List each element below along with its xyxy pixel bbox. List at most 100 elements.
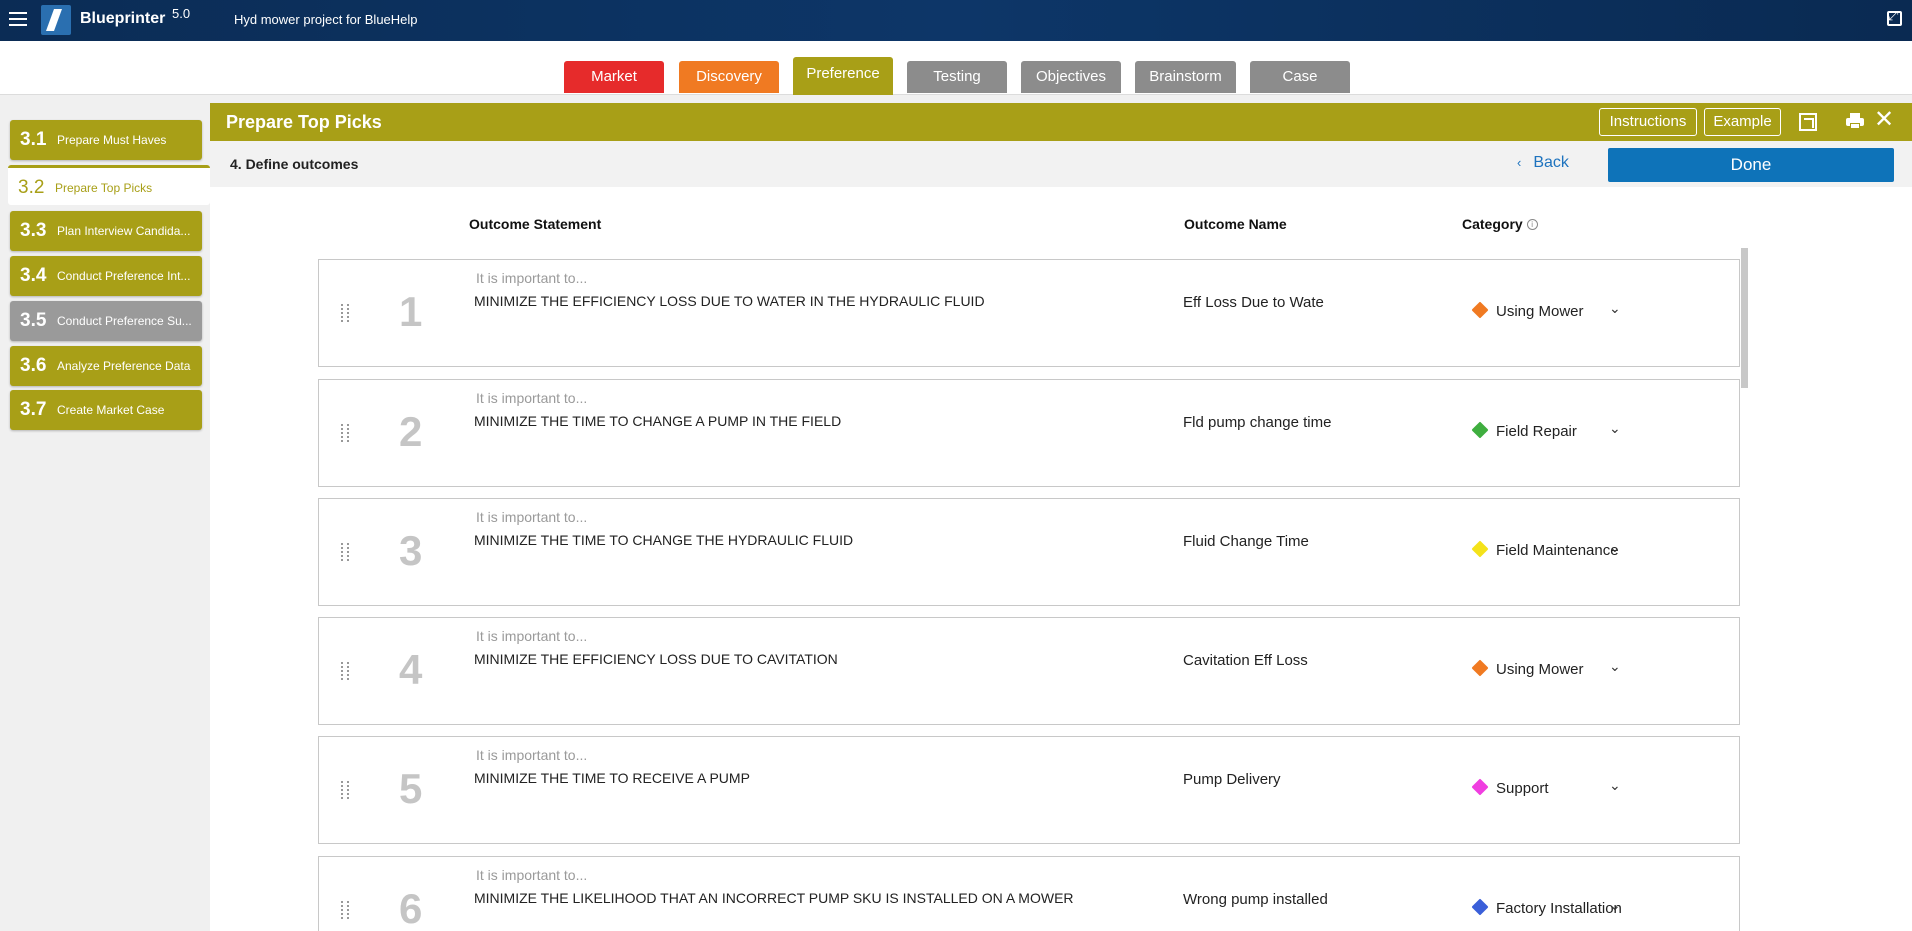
chevron-down-icon[interactable]: ⌄ xyxy=(1609,420,1621,437)
tab-brainstorm[interactable]: Brainstorm xyxy=(1135,61,1236,93)
instructions-button[interactable]: Instructions xyxy=(1599,108,1697,136)
category-label: Support xyxy=(1496,780,1549,797)
drag-handle-icon[interactable] xyxy=(341,781,349,801)
outcome-prefix: It is important to... xyxy=(476,867,588,883)
category-label: Using Mower xyxy=(1496,661,1584,678)
step-label: Plan Interview Candida... xyxy=(57,224,191,238)
app-version: 5.0 xyxy=(172,6,191,21)
outcome-statement[interactable]: MINIMIZE THE TIME TO CHANGE THE HYDRAULI… xyxy=(474,532,853,548)
category-select[interactable]: Factory Installation xyxy=(1471,898,1622,917)
chevron-down-icon[interactable]: ⌄ xyxy=(1609,539,1621,556)
outcome-statement[interactable]: MINIMIZE THE EFFICIENCY LOSS DUE TO WATE… xyxy=(474,293,985,309)
chevron-down-icon[interactable]: ⌄ xyxy=(1609,897,1621,914)
drag-handle-icon[interactable] xyxy=(341,304,349,324)
step-label: Prepare Must Haves xyxy=(57,133,167,147)
outcome-number: 2 xyxy=(399,408,423,455)
category-select[interactable]: Field Maintenance xyxy=(1471,540,1619,559)
blueprinter-logo-icon xyxy=(41,5,71,35)
scrollbar-thumb[interactable] xyxy=(1741,248,1748,388)
outcome-number: 4 xyxy=(399,646,423,693)
back-link[interactable]: ‹ Back xyxy=(1517,154,1569,172)
outcome-number: 5 xyxy=(399,765,423,812)
sidebar-step-3-6[interactable]: 3.6 Analyze Preference Data xyxy=(10,346,202,386)
step-label: Conduct Preference Int... xyxy=(57,269,191,283)
sidebar-step-3-7[interactable]: 3.7 Create Market Case xyxy=(10,390,202,430)
project-title: Hyd mower project for BlueHelp xyxy=(234,12,418,27)
tab-market[interactable]: Market xyxy=(564,61,664,93)
app-name: Blueprinter xyxy=(80,10,166,27)
outcome-row[interactable]: 4 It is important to... MINIMIZE THE EFF… xyxy=(318,617,1740,725)
outcome-statement[interactable]: MINIMIZE THE TIME TO CHANGE A PUMP IN TH… xyxy=(474,413,841,429)
category-select[interactable]: Using Mower xyxy=(1471,301,1584,320)
outcome-name[interactable]: Fluid Change Time xyxy=(1183,533,1309,550)
close-icon[interactable]: ✕ xyxy=(1874,107,1894,133)
info-icon[interactable]: i xyxy=(1526,219,1538,230)
sidebar-step-3-3[interactable]: 3.3 Plan Interview Candida... xyxy=(10,211,202,251)
print-icon[interactable] xyxy=(1846,113,1864,129)
outcome-name[interactable]: Fld pump change time xyxy=(1183,414,1331,431)
category-select[interactable]: Using Mower xyxy=(1471,659,1584,678)
outcome-row[interactable]: 5 It is important to... MINIMIZE THE TIM… xyxy=(318,736,1740,844)
column-header-name: Outcome Name xyxy=(1184,216,1287,232)
outcome-prefix: It is important to... xyxy=(476,509,588,525)
tab-objectives[interactable]: Objectives xyxy=(1021,61,1121,93)
category-diamond-icon xyxy=(1471,540,1489,558)
outcome-row[interactable]: 3 It is important to... MINIMIZE THE TIM… xyxy=(318,498,1740,606)
tab-testing[interactable]: Testing xyxy=(907,61,1007,93)
sidebar-step-3-1[interactable]: 3.1 Prepare Must Haves xyxy=(10,120,202,160)
category-diamond-icon xyxy=(1471,301,1489,319)
column-header-category: Category i xyxy=(1462,216,1538,232)
substep-title: 4. Define outcomes xyxy=(230,156,359,172)
chevron-down-icon[interactable]: ⌄ xyxy=(1609,300,1621,317)
step-number: 3.6 xyxy=(20,355,47,376)
outcome-row[interactable]: 6 It is important to... MINIMIZE THE LIK… xyxy=(318,856,1740,931)
outcome-name[interactable]: Pump Delivery xyxy=(1183,771,1281,788)
category-label: Field Repair xyxy=(1496,423,1577,440)
step-number: 3.2 xyxy=(18,177,45,198)
drag-handle-icon[interactable] xyxy=(341,424,349,444)
column-header-statement: Outcome Statement xyxy=(469,216,602,232)
outcome-row[interactable]: 2 It is important to... MINIMIZE THE TIM… xyxy=(318,379,1740,487)
sidebar-step-3-5[interactable]: 3.5 Conduct Preference Su... xyxy=(10,301,202,341)
tab-preference[interactable]: Preference xyxy=(793,57,893,95)
drag-handle-icon[interactable] xyxy=(341,662,349,682)
sidebar-step-3-2[interactable]: 3.2 Prepare Top Picks xyxy=(8,165,210,205)
outcome-name[interactable]: Eff Loss Due to Wate xyxy=(1183,294,1324,311)
outcome-statement[interactable]: MINIMIZE THE EFFICIENCY LOSS DUE TO CAVI… xyxy=(474,651,838,667)
step-label: Create Market Case xyxy=(57,403,165,417)
outcome-prefix: It is important to... xyxy=(476,628,588,644)
sidebar-step-3-4[interactable]: 3.4 Conduct Preference Int... xyxy=(10,256,202,296)
tab-discovery[interactable]: Discovery xyxy=(679,61,779,93)
outcome-row[interactable]: 1 It is important to... MINIMIZE THE EFF… xyxy=(318,259,1740,367)
example-button[interactable]: Example xyxy=(1704,108,1781,136)
chevron-down-icon[interactable]: ⌄ xyxy=(1609,658,1621,675)
done-button[interactable]: Done xyxy=(1608,148,1894,182)
outcome-statement[interactable]: MINIMIZE THE LIKELIHOOD THAT AN INCORREC… xyxy=(474,890,1074,906)
tab-case[interactable]: Case xyxy=(1250,61,1350,93)
step-number: 3.5 xyxy=(20,310,47,331)
outcome-name[interactable]: Wrong pump installed xyxy=(1183,891,1328,908)
outcome-number: 3 xyxy=(399,527,423,574)
outcome-statement[interactable]: MINIMIZE THE TIME TO RECEIVE A PUMP xyxy=(474,770,750,786)
hamburger-menu-icon[interactable] xyxy=(9,12,27,26)
category-select[interactable]: Support xyxy=(1471,778,1549,797)
step-label: Analyze Preference Data xyxy=(57,359,191,373)
outcome-name[interactable]: Cavitation Eff Loss xyxy=(1183,652,1308,669)
category-diamond-icon xyxy=(1471,659,1489,677)
chevron-down-icon[interactable]: ⌄ xyxy=(1609,777,1621,794)
category-diamond-icon xyxy=(1471,421,1489,439)
step-number: 3.4 xyxy=(20,265,47,286)
chevron-left-icon: ‹ xyxy=(1517,155,1522,170)
category-diamond-icon xyxy=(1471,898,1489,916)
phase-tab-bar: Market Discovery Preference Testing Obje… xyxy=(0,41,1912,95)
step-number: 3.3 xyxy=(20,220,47,241)
top-bar: Blueprinter 5.0 Hyd mower project for Bl… xyxy=(0,0,1912,41)
drag-handle-icon[interactable] xyxy=(341,901,349,921)
expand-icon[interactable] xyxy=(1799,113,1817,131)
outcome-number: 6 xyxy=(399,885,423,931)
fullscreen-icon[interactable] xyxy=(1887,8,1902,26)
drag-handle-icon[interactable] xyxy=(341,543,349,563)
category-select[interactable]: Field Repair xyxy=(1471,421,1577,440)
panel-title: Prepare Top Picks xyxy=(226,112,382,132)
category-label: Field Maintenance xyxy=(1496,542,1619,559)
